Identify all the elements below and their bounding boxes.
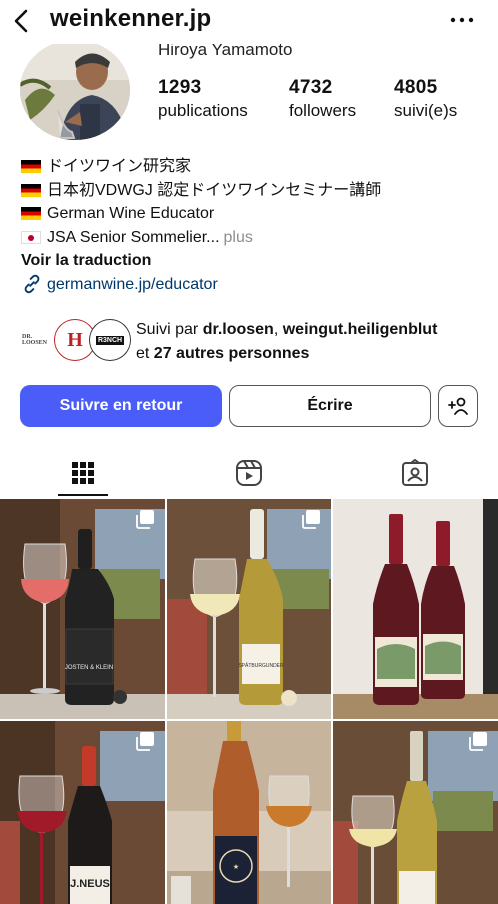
reels-icon: [236, 460, 262, 486]
bio-line: ドイツワイン研究家: [47, 158, 192, 175]
website-url: germanwine.jp/educator: [47, 275, 218, 293]
bio-line: German Wine Educator: [47, 205, 215, 222]
german-flag-icon: [21, 183, 41, 197]
german-flag-icon: [21, 160, 41, 174]
followed-by-text[interactable]: Suivi par dr.loosen, weingut.heiligenblu…: [136, 318, 486, 366]
stat-value: 1293: [158, 77, 202, 98]
post-thumbnail[interactable]: [333, 721, 498, 904]
mutual-username[interactable]: dr.loosen: [203, 321, 274, 338]
chevron-left-icon: [14, 9, 28, 33]
suggested-users-button[interactable]: [438, 385, 478, 427]
profile-avatar[interactable]: [20, 40, 130, 140]
stat-value: 4732: [289, 77, 333, 98]
post-image: JOSTEN & KLEIN: [0, 499, 165, 719]
avatar-label: H: [67, 328, 83, 351]
add-person-icon: [448, 397, 468, 415]
post-thumbnail[interactable]: J.NEUS: [0, 721, 165, 904]
stat-publications[interactable]: 1293 publications: [158, 77, 248, 121]
posts-grid: JOSTEN & KLEIN SPÄTBURGUNDER J.NEUS ★: [0, 499, 498, 904]
bio-more-link[interactable]: plus: [224, 226, 253, 250]
multiple-photos-icon: [302, 510, 320, 529]
avatar-label: DR. LOOSEN: [22, 334, 48, 346]
profile-tabs: [0, 448, 498, 498]
post-image: SPÄTBURGUNDER: [167, 499, 331, 719]
multiple-photos-icon: [136, 732, 154, 751]
mutual-others-count[interactable]: 27 autres personnes: [154, 345, 310, 362]
post-thumbnail[interactable]: ★: [167, 721, 331, 904]
stat-label: followers: [289, 101, 357, 120]
tagged-icon: [402, 459, 428, 486]
stat-value: 4805: [394, 77, 438, 98]
multiple-photos-icon: [469, 732, 487, 751]
mutual-avatar-rench: R3NCH: [90, 320, 130, 360]
bottle-label-text: SPÄTBURGUNDER: [238, 662, 284, 669]
post-image: [333, 499, 498, 719]
grid-icon: [72, 462, 94, 484]
stat-following[interactable]: 4805 suivi(e)s: [394, 77, 457, 121]
more-options-button[interactable]: [450, 10, 474, 30]
post-thumbnail[interactable]: JOSTEN & KLEIN: [0, 499, 165, 719]
top-bar: weinkenner.jp: [0, 0, 498, 44]
see-translation-link[interactable]: Voir la traduction: [21, 249, 481, 273]
german-flag-icon: [21, 207, 41, 221]
mutual-followers-avatars[interactable]: DR. LOOSEN H R3NCH: [20, 320, 130, 362]
bio-line: 日本初VDWGJ 認定ドイツワインセミナー講師: [47, 181, 382, 199]
tab-tagged[interactable]: [332, 448, 498, 498]
profile-username: weinkenner.jp: [50, 5, 212, 32]
post-image: ★: [167, 721, 331, 904]
separator: ,: [273, 321, 279, 338]
bottle-label-text: JOSTEN & KLEIN: [65, 665, 113, 671]
bottle-label-text: J.NEUS: [70, 878, 110, 890]
multiple-photos-icon: [136, 510, 154, 529]
post-thumbnail[interactable]: [333, 499, 498, 719]
mutual-avatar-heiligenblut: H: [55, 320, 95, 360]
message-button[interactable]: Écrire: [229, 385, 431, 427]
stat-label: publications: [158, 101, 248, 120]
conjunction: et: [136, 345, 150, 362]
link-icon: [24, 275, 40, 294]
stat-followers[interactable]: 4732 followers: [289, 77, 356, 121]
post-thumbnail[interactable]: SPÄTBURGUNDER: [167, 499, 331, 719]
more-horizontal-icon: [450, 17, 474, 23]
avatar-label: R3NCH: [95, 335, 125, 345]
tab-reels[interactable]: [166, 448, 332, 498]
tab-posts-grid[interactable]: [0, 448, 166, 498]
stat-label: suivi(e)s: [394, 101, 458, 120]
back-button[interactable]: [8, 6, 34, 36]
bio-line: JSA Senior Sommelier...: [47, 228, 220, 246]
mutual-avatar-drloosen: DR. LOOSEN: [20, 320, 60, 360]
profile-website-link[interactable]: germanwine.jp/educator: [21, 273, 481, 297]
profile-bio: ドイツワイン研究家 日本初VDWGJ 認定ドイツワインセミナー講師 German…: [21, 155, 481, 296]
active-tab-indicator: [58, 494, 108, 496]
mutual-username[interactable]: weingut.heiligenblut: [283, 321, 438, 338]
follow-back-button[interactable]: Suivre en retour: [20, 385, 222, 427]
japanese-flag-icon: [21, 230, 41, 244]
avatar-photo: [20, 40, 130, 140]
followed-by-prefix: Suivi par: [136, 321, 199, 338]
svg-text:★: ★: [233, 863, 239, 871]
